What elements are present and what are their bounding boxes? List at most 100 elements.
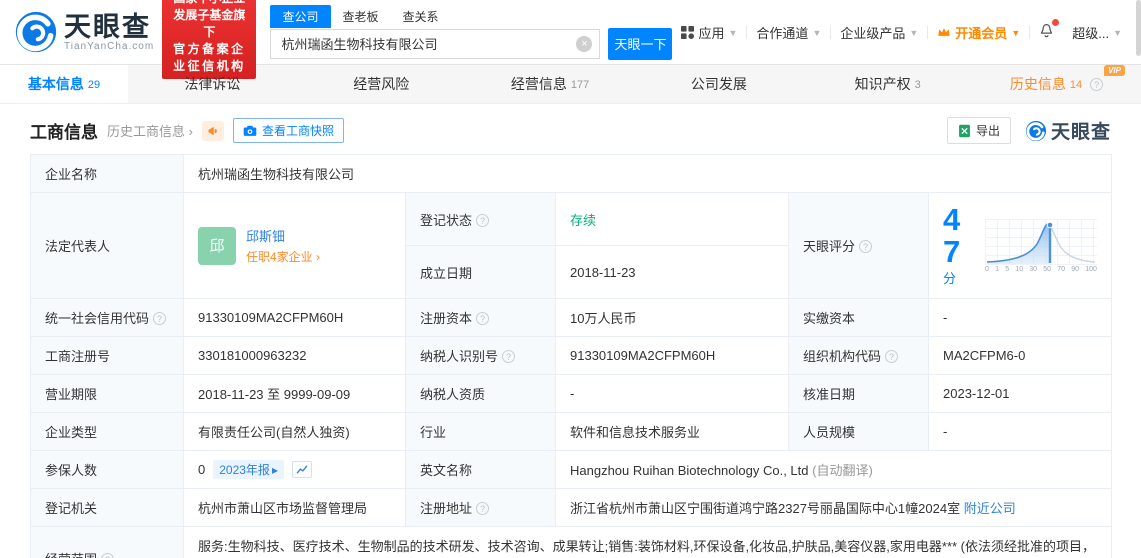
tab-basic-info[interactable]: 基本信息 29 — [0, 65, 128, 103]
search-tab-company[interactable]: 查公司 — [270, 4, 331, 28]
score-axis-label: 50 — [1043, 265, 1052, 273]
notifications-bell[interactable] — [1030, 18, 1063, 43]
reg-authority-value: 杭州市萧山区市场监督管理局 — [183, 488, 406, 527]
watermark-label: 天眼查 — [1050, 122, 1111, 143]
nav-partner-channel[interactable]: 合作通道 ▼ — [747, 23, 830, 42]
score-axis-labels: 0 1 5 10 30 50 70 90 100 — [985, 266, 1097, 273]
score-label-text: 天眼评分 — [803, 239, 856, 254]
help-icon[interactable] — [476, 213, 490, 227]
taxpayer-quality-value: - — [555, 374, 789, 413]
help-icon[interactable] — [885, 350, 899, 363]
help-icon[interactable] — [476, 502, 490, 515]
help-icon[interactable] — [476, 312, 490, 325]
insured-label: 参保人数 — [30, 450, 184, 489]
legal-rep-avatar[interactable]: 邱 — [198, 226, 236, 265]
search-tab-relation[interactable]: 查关系 — [391, 5, 451, 28]
user-menu[interactable]: 超级... ▼ — [1063, 23, 1131, 42]
search-area: 查公司 查老板 查关系 天眼一下 — [270, 4, 673, 60]
tab-count: 3 — [914, 78, 921, 91]
score-axis-label: 70 — [1057, 265, 1066, 273]
reg-number-label: 工商注册号 — [30, 336, 184, 375]
help-icon[interactable] — [859, 240, 873, 253]
reg-status-value: 存续 — [555, 192, 789, 246]
tab-intellectual-property[interactable]: 知识产权 3 — [803, 65, 972, 103]
chevron-down-icon: ▼ — [1113, 27, 1122, 38]
tab-label: 历史信息 — [1009, 76, 1066, 92]
tab-count: 177 — [570, 78, 590, 91]
search-tabs: 查公司 查老板 查关系 — [270, 4, 672, 28]
nav-open-membership[interactable]: 开通会员 ▼ — [928, 23, 1029, 42]
taxpayer-id-value: 91330109MA2CFPM60H — [555, 336, 789, 375]
tab-legal-litigation[interactable]: 法律诉讼 — [128, 65, 297, 103]
help-icon[interactable] — [153, 312, 167, 325]
tab-operational-risk[interactable]: 经营风险 — [297, 65, 466, 103]
english-name-label: 英文名称 — [405, 450, 556, 489]
reg-status-label-text: 登记状态 — [420, 212, 473, 228]
trend-chart-button[interactable] — [291, 461, 312, 478]
search-tab-boss[interactable]: 查老板 — [331, 5, 391, 28]
table-row-reg-authority: 登记机关 杭州市萧山区市场监督管理局 注册地址 浙江省杭州市萧山区宁围街道鸿宁路… — [30, 488, 1113, 527]
score-bell-curve — [985, 218, 1098, 265]
score-axis-label: 0 — [985, 265, 989, 273]
table-row-insured: 参保人数 0 2023年报 ▸ 英文名称 Hangzhou Ruihan Bio… — [30, 450, 1113, 489]
score-axis-label: 30 — [1029, 265, 1038, 273]
address-label: 注册地址 — [405, 488, 556, 527]
tab-history-info[interactable]: VIP 历史信息 14 — [972, 65, 1141, 103]
clear-search-icon[interactable] — [576, 35, 593, 52]
crown-icon — [938, 28, 951, 36]
line-chart-icon — [296, 464, 308, 474]
english-name-cell: Hangzhou Ruihan Biotechnology Co., Ltd (… — [554, 450, 1113, 489]
score-distribution-chart[interactable]: 0 1 5 10 30 50 70 90 100 — [985, 218, 1098, 273]
announcement-chip[interactable] — [201, 120, 224, 141]
tab-label: 公司发展 — [690, 76, 747, 92]
tianyancha-logo[interactable]: 天眼查 TianYanCha.com — [14, 10, 154, 54]
annual-report-link[interactable]: 2023年报 ▸ — [213, 460, 284, 479]
help-icon[interactable] — [101, 553, 115, 558]
export-button[interactable]: 导出 — [946, 117, 1011, 144]
top-header: 天眼查 TianYanCha.com 国家中小企业发展子基金旗下 官方备案企业征… — [0, 0, 1141, 79]
org-code-label-text: 组织机构代码 — [803, 349, 882, 364]
tab-label: 知识产权 — [854, 76, 911, 92]
camera-icon — [243, 125, 257, 136]
taxpayer-id-label: 纳税人识别号 — [405, 336, 556, 375]
search-input[interactable] — [270, 28, 601, 59]
tab-business-info[interactable]: 经营信息 177 — [466, 65, 635, 103]
org-code-label: 组织机构代码 — [788, 336, 929, 375]
megaphone-icon — [208, 126, 217, 135]
tianyancha-watermark: 天眼查 — [1025, 117, 1111, 144]
company-name-value: 杭州瑞函生物科技有限公司 — [182, 154, 1113, 193]
nearby-companies-link[interactable]: 附近公司 — [964, 501, 1016, 516]
section-header-right: 导出 天眼查 — [946, 117, 1111, 144]
company-detail-tabs: 基本信息 29 法律诉讼 经营风险 经营信息 177 公司发展 知识产权 3 V… — [0, 64, 1141, 104]
tab-company-development[interactable]: 公司发展 — [634, 65, 803, 103]
score-unit: 分 — [943, 271, 957, 286]
industry-value: 软件和信息技术服务业 — [555, 412, 789, 451]
nav-apps[interactable]: 应用 ▼ — [672, 23, 746, 42]
nav-enterprise-products[interactable]: 企业级产品 ▼ — [831, 23, 927, 42]
score-axis-label: 1 — [995, 265, 1000, 273]
history-link-label: 历史工商信息 — [107, 124, 186, 139]
legal-rep-positions-link[interactable]: 任职4家企业 › — [246, 248, 320, 265]
score-value: 47 — [943, 202, 961, 269]
score-axis-label: 5 — [1005, 265, 1010, 273]
help-icon[interactable] — [502, 350, 516, 363]
business-term-value: 2018-11-23 至 9999-09-09 — [183, 374, 406, 413]
business-scope-value: 服务:生物科技、医疗技术、生物制品的技术研发、技术咨询、成果转让;销售:装饰材料… — [182, 526, 1113, 558]
legal-rep-name-link[interactable]: 邱斯钿 — [246, 226, 320, 245]
snapshot-button[interactable]: 查看工商快照 — [232, 118, 344, 143]
auto-translate-note: (自动翻译) — [812, 463, 873, 478]
table-row-reg-number: 工商注册号 330181000963232 纳税人识别号 91330109MA2… — [30, 336, 1113, 375]
org-code-value: MA2CFPM6-0 — [927, 336, 1113, 375]
tyc-score-cell: 47 分 0 1 5 10 30 50 70 90 100 — [927, 192, 1113, 299]
history-business-info-link[interactable]: 历史工商信息 › — [107, 121, 193, 140]
tab-label: 法律诉讼 — [184, 76, 241, 92]
search-button[interactable]: 天眼一下 — [608, 27, 673, 60]
scrollbar-thumb[interactable] — [1136, 0, 1141, 56]
notification-dot — [1052, 18, 1060, 26]
table-row-business-scope: 经营范围 服务:生物科技、医疗技术、生物制品的技术研发、技术咨询、成果转让;销售… — [30, 526, 1113, 558]
address-value: 浙江省杭州市萧山区宁围街道鸿宁路2327号丽晶国际中心1幢2024室 — [570, 501, 961, 516]
help-icon[interactable] — [1090, 77, 1104, 91]
section-title: 工商信息 — [30, 123, 98, 142]
arrow-right-icon: ▸ — [271, 462, 278, 477]
score-axis-label: 10 — [1015, 265, 1024, 273]
